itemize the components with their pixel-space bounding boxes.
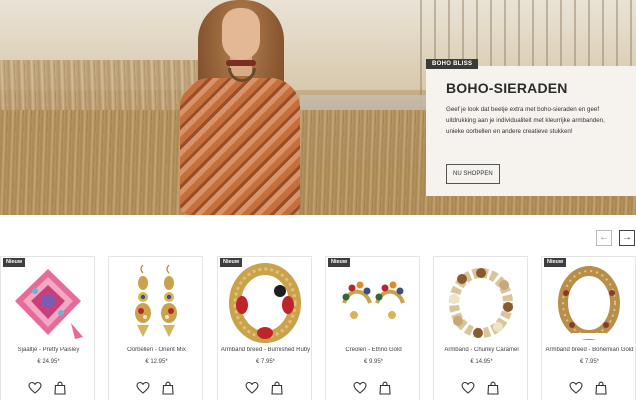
hoop-earrings-image[interactable] (336, 263, 411, 343)
scarf-image[interactable] (11, 263, 86, 343)
hero-model-image (170, 0, 310, 215)
carousel-prev-button[interactable]: ← (596, 230, 612, 246)
heart-icon[interactable] (461, 381, 475, 395)
model-face (222, 8, 260, 60)
product-price: € 24.95* (37, 359, 60, 365)
shop-now-button[interactable]: NU SHOPPEN (446, 164, 500, 184)
shopping-bag-icon[interactable] (594, 381, 608, 395)
arrow-right-icon: → (622, 232, 632, 243)
cuff-bracelet-image[interactable] (228, 263, 303, 343)
product-card[interactable]: Nieuw Armband breed - Bohemian Gold € 7.… (541, 256, 636, 400)
promo-text: Geef je look dat beetje extra met boho-s… (446, 106, 605, 135)
new-badge: Nieuw (544, 258, 567, 267)
product-card[interactable]: Armband - Chunky Caramel € 14.95* (433, 256, 528, 400)
product-carousel: Nieuw Sjaaltje - Pretty Paisley € 24.95* (0, 256, 636, 400)
shopping-bag-icon[interactable] (161, 381, 175, 395)
product-actions (109, 381, 204, 395)
product-card[interactable]: Nieuw Sjaaltje - Pretty Paisley € 24.95* (0, 256, 95, 400)
product-name[interactable]: Armband breed - Burnished Ruby (220, 347, 311, 353)
shopping-bag-icon[interactable] (378, 381, 392, 395)
promo-tag: BOHO BLISS (426, 59, 479, 69)
product-price: € 14.95* (470, 359, 493, 365)
product-actions (326, 381, 421, 395)
carousel-next-button[interactable]: → (619, 230, 635, 246)
earrings-image[interactable] (119, 263, 194, 343)
product-price: € 12.95* (145, 359, 168, 365)
bohemian-cuff-image[interactable] (552, 263, 627, 343)
product-actions (218, 381, 313, 395)
shopping-bag-icon[interactable] (486, 381, 500, 395)
product-actions (1, 381, 96, 395)
product-price: € 7.95* (579, 359, 600, 365)
heart-icon[interactable] (28, 381, 42, 395)
arrow-left-icon: ← (599, 232, 609, 243)
product-name[interactable]: Creolen - Ethno Gold (328, 347, 419, 353)
bead-bracelet-image[interactable] (444, 263, 519, 343)
model-choker (226, 60, 256, 66)
heart-icon[interactable] (569, 381, 583, 395)
new-badge: Nieuw (220, 258, 243, 267)
new-badge: Nieuw (328, 258, 351, 267)
shopping-bag-icon[interactable] (270, 381, 284, 395)
heart-icon[interactable] (353, 381, 367, 395)
product-name[interactable]: Armband - Chunky Caramel (436, 347, 527, 353)
product-price: € 9.95* (363, 359, 384, 365)
product-price: € 7.95* (255, 359, 276, 365)
promo-title: BOHO-SIERADEN (446, 80, 568, 96)
product-card[interactable]: Oorbellen - Orient Mix € 12.95* (108, 256, 203, 400)
shopping-bag-icon[interactable] (53, 381, 67, 395)
model-dress (180, 78, 300, 215)
new-badge: Nieuw (3, 258, 26, 267)
promo-box: BOHO-SIERADEN Geef je look dat beetje ex… (426, 66, 636, 196)
product-actions (542, 381, 636, 395)
product-name[interactable]: Armband breed - Bohemian Gold (544, 347, 635, 353)
heart-icon[interactable] (136, 381, 150, 395)
product-name[interactable]: Oorbellen - Orient Mix (111, 347, 202, 353)
product-name[interactable]: Sjaaltje - Pretty Paisley (3, 347, 94, 353)
heart-icon[interactable] (245, 381, 259, 395)
product-actions (434, 381, 529, 395)
product-card[interactable]: Nieuw Creolen - Ethno Gold € 9.95* (325, 256, 420, 400)
product-card[interactable]: Nieuw Armband breed - Burnished Ruby € 7… (217, 256, 312, 400)
